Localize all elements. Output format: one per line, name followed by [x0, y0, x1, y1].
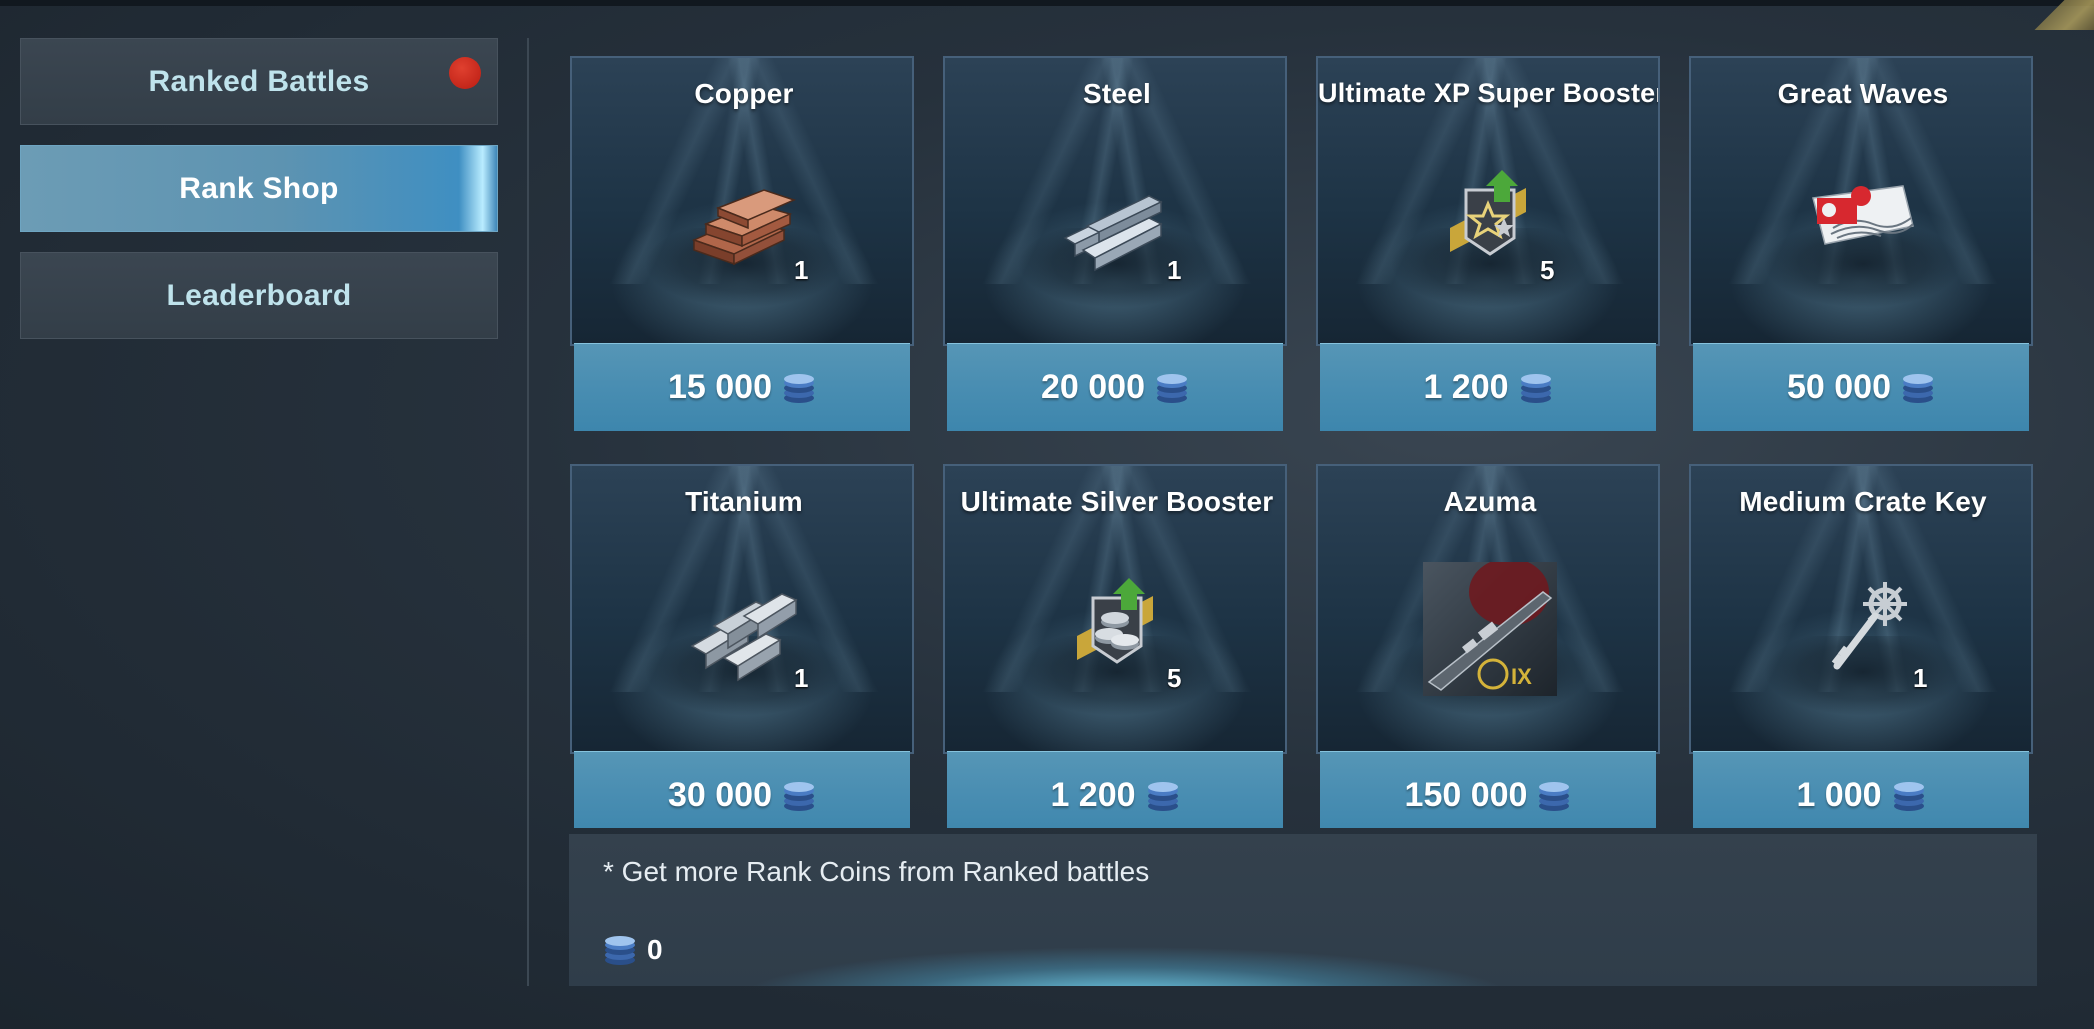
- item-title: Steel: [1083, 78, 1151, 109]
- ship-azuma-icon: IX: [1423, 562, 1557, 696]
- price-button[interactable]: 20 000: [947, 343, 1283, 431]
- notification-dot-icon: [449, 57, 481, 89]
- card-face: Azuma IX: [1316, 464, 1660, 754]
- price-button[interactable]: 50 000: [1693, 343, 2029, 431]
- rank-coin-icon: [784, 781, 814, 811]
- price-value: 20 000: [1041, 368, 1145, 406]
- rank-coin-icon: [1893, 781, 1924, 811]
- copper-ingots-icon: [691, 189, 797, 266]
- rank-coins-hint: * Get more Rank Coins from Ranked battle…: [603, 856, 1150, 887]
- price-button[interactable]: 1 000: [1693, 751, 2029, 828]
- price-value: 150 000: [1404, 776, 1528, 814]
- shop-footer: * Get more Rank Coins from Ranked battle…: [569, 834, 2037, 986]
- crate-key-icon: [1831, 582, 1907, 670]
- item-title: Medium Crate Key: [1739, 486, 1987, 517]
- item-title: Titanium: [685, 486, 803, 517]
- card-face: Ultimate Silver Booster 5: [943, 464, 1287, 754]
- price-button[interactable]: 15 000: [574, 343, 910, 431]
- rank-coin-icon: [1903, 373, 1933, 403]
- balance-value: 0: [647, 934, 663, 965]
- item-title: Copper: [694, 78, 794, 109]
- rank-coin-icon: [605, 936, 635, 965]
- rank-coin-icon: [784, 373, 814, 403]
- price-button[interactable]: 150 000: [1320, 751, 1656, 828]
- rank-coin-icon: [1147, 781, 1178, 811]
- rank-coin-balance: 0: [603, 934, 663, 966]
- card-face: Titanium 1: [570, 464, 914, 754]
- top-bar: [0, 0, 2094, 6]
- price-button[interactable]: 1 200: [1320, 343, 1656, 431]
- xp-booster-icon: [1450, 170, 1526, 256]
- sidebar-item-label: Leaderboard: [166, 278, 352, 312]
- item-title: Ultimate Silver Booster: [960, 486, 1274, 517]
- sidebar-item-label: Rank Shop: [179, 171, 339, 205]
- sidebar-item-label: Ranked Battles: [148, 64, 370, 98]
- sidebar-item-leaderboard[interactable]: Leaderboard: [20, 252, 498, 339]
- card-face: Steel 1: [943, 56, 1287, 346]
- sidebar-item-rank-shop[interactable]: Rank Shop: [20, 145, 498, 232]
- item-quantity: 1: [794, 663, 809, 693]
- price-value: 1 000: [1796, 776, 1882, 814]
- price-value: 1 200: [1423, 368, 1509, 406]
- shop-grid: Copper 1 15 000 Steel 1 20 000 Ultimate …: [570, 56, 2034, 828]
- item-quantity: 1: [794, 255, 809, 285]
- price-value: 30 000: [668, 776, 772, 814]
- item-title: Ultimate XP Super Booster: [1318, 78, 1660, 108]
- card-face: Copper 1: [570, 56, 914, 346]
- card-face: Medium Crate Key 1: [1689, 464, 2033, 754]
- sidebar-divider: [527, 38, 529, 986]
- great-waves-flag-icon: [1812, 185, 1914, 245]
- corner-decoration: [2024, 0, 2094, 30]
- sidebar: Ranked Battles Rank Shop Leaderboard: [20, 38, 498, 359]
- steel-beams-icon: [1063, 195, 1163, 272]
- item-title: Azuma: [1443, 486, 1537, 517]
- rank-coin-icon: [1157, 373, 1187, 403]
- price-button[interactable]: 1 200: [947, 751, 1283, 828]
- item-quantity: 1: [1167, 255, 1182, 285]
- item-quantity: 5: [1167, 663, 1182, 693]
- sidebar-item-ranked-battles[interactable]: Ranked Battles: [20, 38, 498, 125]
- price-value: 1 200: [1050, 776, 1136, 814]
- rank-coin-icon: [1539, 781, 1570, 811]
- price-value: 50 000: [1787, 368, 1891, 406]
- card-face: Great Waves: [1689, 56, 2033, 346]
- ship-tier-label: IX: [1511, 664, 1532, 689]
- silver-booster-icon: [1077, 578, 1153, 664]
- titanium-bars-icon: [690, 593, 798, 682]
- price-button[interactable]: 30 000: [574, 751, 910, 828]
- item-title: Great Waves: [1777, 78, 1949, 109]
- price-value: 15 000: [668, 368, 772, 406]
- item-quantity: 5: [1540, 255, 1555, 285]
- rank-coin-icon: [1520, 373, 1551, 403]
- card-face: Ultimate XP Super Booster 5: [1316, 56, 1660, 346]
- item-quantity: 1: [1913, 663, 1928, 693]
